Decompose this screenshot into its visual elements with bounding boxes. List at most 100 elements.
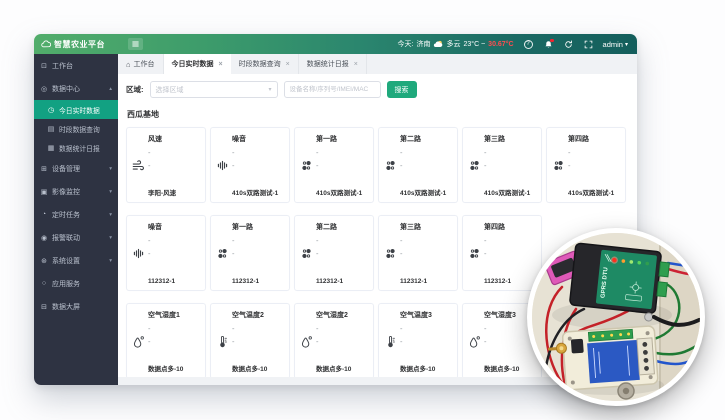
weather-info: 今天: 济南 多云 23°C ~ 30.67°C <box>398 39 514 49</box>
close-icon[interactable]: × <box>354 61 358 68</box>
card-value: - <box>484 237 537 245</box>
screen-icon: ⊟ <box>40 303 48 311</box>
chevron-down-icon: ▾ <box>268 86 271 93</box>
tab-workbench[interactable]: ⌂ 工作台 <box>118 54 164 74</box>
card-value: - <box>148 338 201 346</box>
card-device-name: 112312-1 <box>316 278 369 285</box>
sensor-card-humidity-1[interactable]: 空气湿度1 - - 数据点多-10 <box>126 303 206 377</box>
switch-icon <box>300 134 316 197</box>
sidebar-item-scheduled-tasks[interactable]: ◔ 定时任务 ▾ <box>34 203 118 226</box>
clock-icon: ◷ <box>47 106 55 114</box>
user-menu[interactable]: admin ▾ <box>603 40 628 49</box>
search-button[interactable]: 搜索 <box>387 81 417 98</box>
sidebar-item-video-monitoring[interactable]: ▣ 影像监控 ▾ <box>34 180 118 203</box>
data-center-icon: ◎ <box>40 85 48 93</box>
region-label: 区域: <box>126 84 144 95</box>
region-select[interactable]: 选择区域 ▾ <box>150 81 278 98</box>
help-button[interactable]: ? <box>523 39 534 50</box>
chevron-down-icon: ▾ <box>109 235 112 241</box>
card-title: 第一路 <box>316 134 369 144</box>
sensor-card-channel-1[interactable]: 第一路 - - 112312-1 <box>210 215 290 291</box>
card-value: - <box>400 325 453 333</box>
noise-icon <box>132 222 148 285</box>
card-device-name: 数据点多-10 <box>316 363 369 373</box>
card-value: - <box>316 237 369 245</box>
sidebar-item-data-screen[interactable]: ⊟ 数据大屏 <box>34 295 118 318</box>
card-title: 噪音 <box>148 222 201 232</box>
fullscreen-button[interactable] <box>583 39 594 50</box>
sensor-card-channel-4[interactable]: 第四路 - - 112312-1 <box>462 215 542 291</box>
card-value: - <box>232 149 285 157</box>
sidebar-item-period-data-query[interactable]: ▤ 时段数据查询 <box>34 119 118 138</box>
card-title: 第四路 <box>484 222 537 232</box>
card-value: - <box>232 250 285 258</box>
sensor-card-channel-1[interactable]: 第一路 - - 410s双路测试-1 <box>294 127 374 203</box>
tab-daily-statistics[interactable]: 数据统计日报 × <box>299 54 367 74</box>
sensor-card-channel-4[interactable]: 第四路 - - 410s双路测试-1 <box>546 127 626 203</box>
timer-icon: ◔ <box>40 211 48 218</box>
card-value: - <box>148 325 201 333</box>
humidity-icon <box>132 310 148 373</box>
card-device-name: 410s双路测试-1 <box>316 187 369 197</box>
wind-icon <box>132 134 148 197</box>
sidebar-item-workbench[interactable]: ⊡ 工作台 <box>34 54 118 77</box>
sensor-card-noise[interactable]: 噪音 - - 112312-1 <box>126 215 206 291</box>
workbench-icon: ⊡ <box>40 62 48 70</box>
sensor-card-channel-3[interactable]: 第三路 - - 410s双路测试-1 <box>462 127 542 203</box>
humidity-icon <box>300 310 316 373</box>
sidebar-item-system-settings[interactable]: ⊛ 系统设置 ▾ <box>34 249 118 272</box>
tab-period-data-query[interactable]: 时段数据查询 × <box>231 54 299 74</box>
sidebar-item-device-management[interactable]: ⊞ 设备管理 ▾ <box>34 157 118 180</box>
sensor-card-channel-3[interactable]: 第三路 - - 112312-1 <box>378 215 458 291</box>
sidebar-item-data-center[interactable]: ◎ 数据中心 ▴ <box>34 77 118 100</box>
notification-badge <box>550 39 554 43</box>
refresh-button[interactable] <box>563 39 574 50</box>
card-title: 第三路 <box>400 222 453 232</box>
card-value: - <box>400 250 453 258</box>
card-value: - <box>316 250 369 258</box>
gear-icon: ⊛ <box>40 257 48 265</box>
card-value: - <box>148 237 201 245</box>
username: admin <box>603 40 623 49</box>
chevron-down-icon: ▾ <box>109 258 112 264</box>
card-value: - <box>316 149 369 157</box>
switch-icon <box>468 222 484 285</box>
sensor-card-humidity-2[interactable]: 空气湿度2 - - 数据点多-10 <box>294 303 374 377</box>
tab-today-realtime-data[interactable]: 今日实时数据 × <box>164 54 231 74</box>
gprs-dtu-photo: GPRS DTU <box>532 233 700 401</box>
notifications-button[interactable] <box>543 39 554 50</box>
page: 智慧农业平台 今天: 济南 多云 23°C ~ 30.67°C ? <box>0 0 725 420</box>
chevron-up-icon: ▴ <box>109 86 112 92</box>
close-icon[interactable]: × <box>219 61 223 68</box>
card-title: 空气湿度1 <box>148 310 201 320</box>
temperature-icon <box>384 310 400 373</box>
sensor-card-temperature-2[interactable]: 空气温度2 - - 数据点多-10 <box>210 303 290 377</box>
card-title: 第二路 <box>400 134 453 144</box>
sidebar-item-alarm-linkage[interactable]: ◉ 报警联动 ▾ <box>34 226 118 249</box>
card-device-name: 数据点多-10 <box>400 363 453 373</box>
cloud-logo-icon <box>41 40 51 48</box>
app-logo: 智慧农业平台 <box>34 39 118 50</box>
card-value: - <box>400 162 453 170</box>
card-value: - <box>232 338 285 346</box>
sidebar-item-today-realtime-data[interactable]: ◷ 今日实时数据 <box>34 100 118 119</box>
sensor-card-noise[interactable]: 噪音 - - 410s双路测试-1 <box>210 127 290 203</box>
device-search-input[interactable] <box>284 81 381 98</box>
close-icon[interactable]: × <box>286 61 290 68</box>
sensor-card-temperature-3[interactable]: 空气温度3 - - 数据点多-10 <box>378 303 458 377</box>
card-title: 第二路 <box>316 222 369 232</box>
sidebar-item-daily-statistics[interactable]: ▦ 数据统计日报 <box>34 138 118 157</box>
sensor-card-wind[interactable]: 风速 - - 李阳-风速 <box>126 127 206 203</box>
card-device-name: 112312-1 <box>232 278 285 285</box>
card-value: - <box>316 162 369 170</box>
card-value: - <box>400 338 453 346</box>
card-value: - <box>484 149 537 157</box>
weather-today-label: 今天: <box>398 39 414 49</box>
switch-icon <box>216 222 232 285</box>
sidebar-item-app-services[interactable]: ○ 应用服务 <box>34 272 118 295</box>
sensor-card-channel-2[interactable]: 第二路 - - 112312-1 <box>294 215 374 291</box>
sensor-card-channel-2[interactable]: 第二路 - - 410s双路测试-1 <box>378 127 458 203</box>
card-title: 空气温度3 <box>400 310 453 320</box>
card-title: 第一路 <box>232 222 285 232</box>
sidebar-collapse-button[interactable] <box>128 38 143 50</box>
